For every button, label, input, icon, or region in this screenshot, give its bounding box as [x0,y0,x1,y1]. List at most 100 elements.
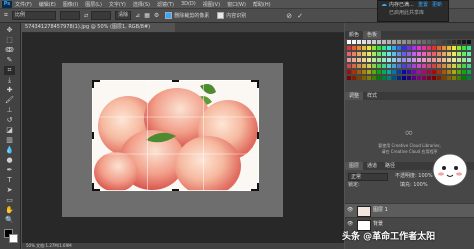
color-swatch[interactable] [407,76,411,80]
color-swatch[interactable] [452,64,456,68]
color-swatch[interactable] [367,52,371,56]
blur-tool-icon[interactable]: 💧 [4,146,15,155]
color-swatch[interactable] [347,64,351,68]
menu-window[interactable]: 窗口(W) [227,1,246,8]
color-swatch[interactable] [392,58,396,62]
color-swatch[interactable] [402,64,406,68]
lasso-tool-icon[interactable]: ↂ [4,46,15,55]
background-color-swatch[interactable] [9,234,18,243]
color-swatch[interactable] [427,64,431,68]
color-swatch[interactable] [407,40,411,44]
color-swatch[interactable] [372,64,376,68]
color-swatch[interactable] [367,64,371,68]
color-swatch[interactable] [457,70,461,74]
color-swatch[interactable] [372,46,376,50]
color-swatch[interactable] [387,76,391,80]
menu-3d[interactable]: 3D(D) [181,1,196,7]
color-swatch[interactable] [357,64,361,68]
color-swatch[interactable] [357,52,361,56]
color-swatch[interactable] [467,64,471,68]
pen-tool-icon[interactable]: ✒ [4,166,15,175]
color-swatch[interactable] [417,76,421,80]
color-swatch[interactable] [462,52,466,56]
opacity-field[interactable]: 不透明度: 100% [395,173,433,179]
color-swatch[interactable] [432,64,436,68]
color-swatch[interactable] [397,70,401,74]
color-swatch[interactable] [437,58,441,62]
color-swatch[interactable] [402,46,406,50]
color-swatch[interactable] [382,64,386,68]
color-swatch[interactable] [462,64,466,68]
crop-tool-icon[interactable]: ⌗ [4,66,15,75]
swatches-grid[interactable] [347,40,474,91]
color-swatch[interactable] [377,64,381,68]
menu-image[interactable]: 图像(I) [63,1,78,8]
color-swatch[interactable] [422,70,426,74]
color-swatch[interactable] [447,46,451,50]
color-swatch[interactable] [377,76,381,80]
gradient-tool-icon[interactable]: ▥ [4,136,15,145]
color-swatch[interactable] [397,64,401,68]
color-swatch[interactable] [417,58,421,62]
color-swatch[interactable] [447,70,451,74]
color-swatch[interactable] [427,70,431,74]
width-field[interactable] [59,11,80,20]
color-swatch[interactable] [422,52,426,56]
color-swatch[interactable] [382,70,386,74]
notification-reset-button[interactable]: 重置 [418,2,428,8]
color-swatch[interactable] [387,40,391,44]
color-swatch[interactable] [437,52,441,56]
healing-brush-tool-icon[interactable]: ✚ [4,86,15,95]
color-swatch[interactable] [417,52,421,56]
clear-button[interactable]: 清除 [115,11,132,20]
color-swatch[interactable] [392,70,396,74]
color-swatch[interactable] [397,52,401,56]
color-swatch[interactable] [437,46,441,50]
history-brush-tool-icon[interactable]: ↺ [4,116,15,125]
color-swatch[interactable] [392,52,396,56]
content-aware-checkbox[interactable] [217,12,225,19]
swap-icon[interactable]: ⇄ [84,13,88,19]
menu-file[interactable]: 文件(F) [15,1,32,8]
color-swatch[interactable] [417,46,421,50]
color-swatch[interactable] [457,64,461,68]
color-swatch[interactable] [392,46,396,50]
color-swatch[interactable] [437,70,441,74]
color-swatch[interactable] [362,70,366,74]
color-swatch[interactable] [372,70,376,74]
color-swatch[interactable] [422,64,426,68]
color-swatch[interactable] [422,40,426,44]
color-swatch[interactable] [392,40,396,44]
color-swatch[interactable] [412,70,416,74]
color-swatch[interactable] [377,70,381,74]
color-swatch[interactable] [402,58,406,62]
color-swatch[interactable] [382,46,386,50]
document-tab[interactable]: 574341278457978(1).jpg @ 50% (图层1, RGB/8… [22,23,175,32]
color-swatch[interactable] [372,58,376,62]
color-swatch[interactable] [437,76,441,80]
color-swatch[interactable] [417,70,421,74]
color-swatch[interactable] [437,40,441,44]
color-swatch[interactable] [357,40,361,44]
color-swatch[interactable] [362,46,366,50]
eye-icon[interactable]: 👁 [347,208,353,213]
color-swatch[interactable] [367,70,371,74]
color-swatch[interactable] [447,52,451,56]
color-swatch[interactable] [367,58,371,62]
color-swatch[interactable] [347,58,351,62]
tab-paths[interactable]: 路径 [381,162,399,170]
color-swatch[interactable] [457,46,461,50]
color-swatch[interactable] [447,64,451,68]
color-swatch[interactable] [417,64,421,68]
color-swatch[interactable] [447,76,451,80]
color-swatch[interactable] [422,76,426,80]
color-swatch[interactable] [427,40,431,44]
color-swatch[interactable] [432,58,436,62]
color-swatch[interactable] [427,52,431,56]
color-swatch[interactable] [422,46,426,50]
color-swatch[interactable] [397,58,401,62]
menu-help[interactable]: 帮助(H) [253,1,271,8]
color-swatch[interactable] [377,46,381,50]
color-swatch[interactable] [442,70,446,74]
color-swatch[interactable] [347,70,351,74]
